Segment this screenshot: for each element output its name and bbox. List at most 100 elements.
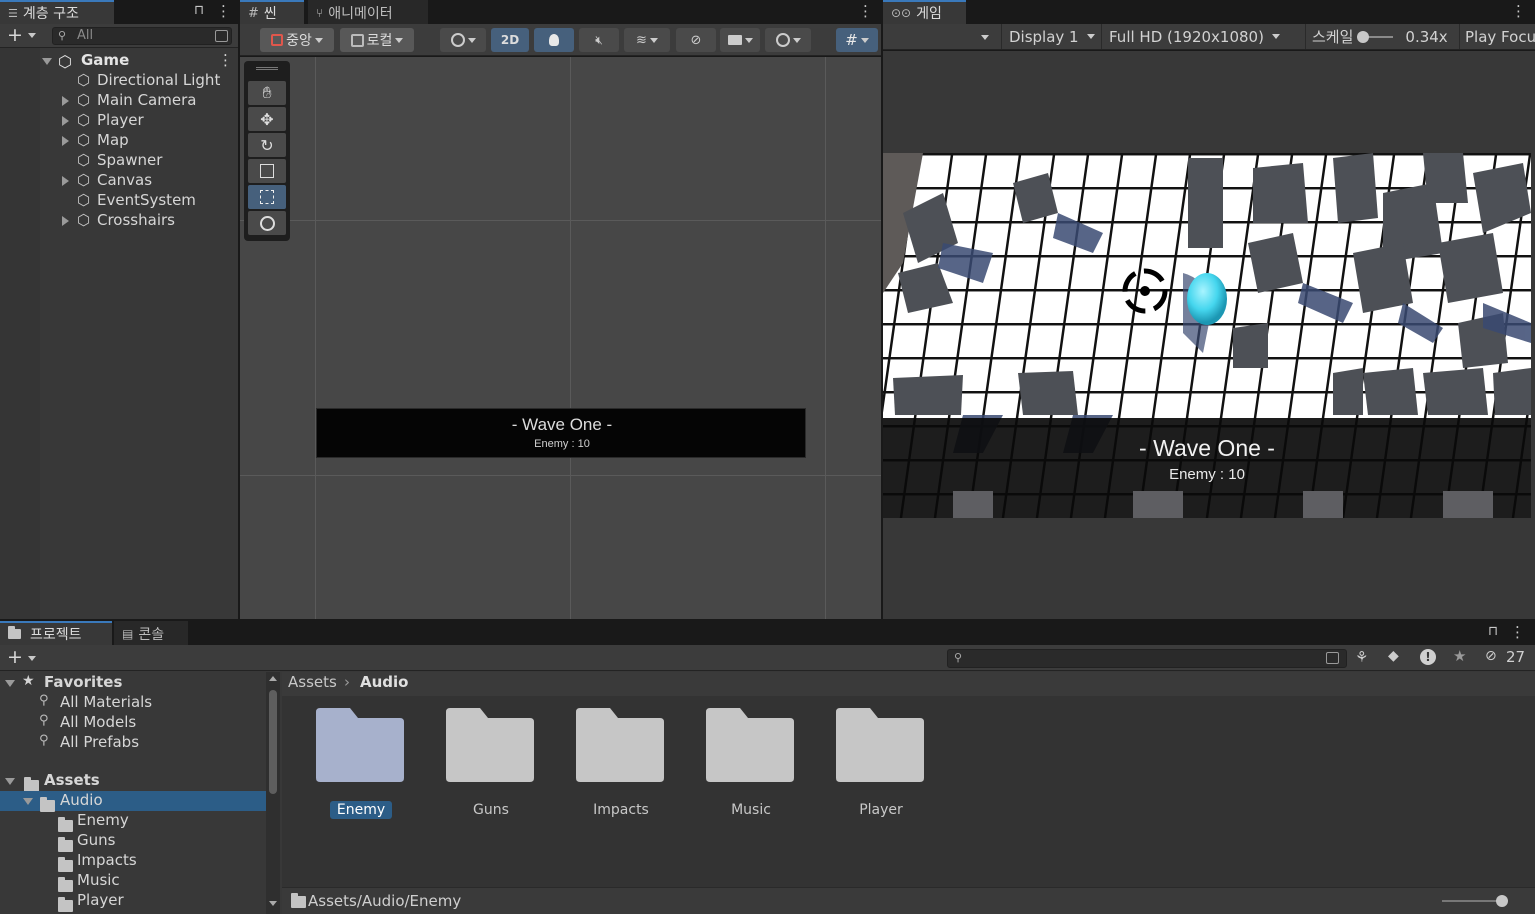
audio-folder-row[interactable]: Audio [0,791,266,812]
favorite-item[interactable]: ⚲ All Models [0,713,266,733]
space-dropdown[interactable]: 로컬 [340,28,414,52]
search-placeholder: All [77,28,94,43]
hierarchy-item[interactable]: ⬡ Crosshairs [0,211,238,231]
folder-item[interactable]: Player [826,708,936,838]
hierarchy-item[interactable]: ⬡ Canvas [0,171,238,191]
expand-arrow-icon[interactable] [62,116,69,126]
folder-icon [836,708,924,782]
kebab-menu-icon[interactable]: ⋮ [216,2,231,20]
folder-item[interactable]: Music [696,708,806,838]
tab-hierarchy[interactable]: ☰ 계층 구조 [0,0,114,24]
scene-viewport[interactable]: - Wave One - Enemy : 10 [240,57,881,619]
folder-item[interactable]: Enemy [306,708,416,838]
lock-icon[interactable]: ⊓ [194,3,204,18]
kebab-menu-icon[interactable]: ⋮ [1510,623,1525,641]
folder-item[interactable]: Impacts [566,708,676,838]
breadcrumb-audio[interactable]: Audio [360,673,408,691]
hand-tool-button[interactable]: ✋︎ [248,81,286,105]
rotate-tool-button[interactable]: ↻ [248,133,286,157]
scroll-down-icon[interactable] [269,901,277,906]
audio-subfolder-item[interactable]: Impacts [0,851,266,872]
hierarchy-item[interactable]: ⬡ Player [0,111,238,131]
expand-arrow-icon[interactable] [62,136,69,146]
breadcrumb-assets[interactable]: Assets [288,673,337,691]
project-search-input[interactable]: ⚲ [947,649,1347,668]
icon-size-slider[interactable] [1442,895,1508,907]
hierarchy-toolbar: + ⚲ All [0,24,238,48]
lighting-toggle[interactable] [534,28,574,52]
play-focus-dropdown[interactable]: Play Focu [1459,24,1535,49]
scrollbar-thumb[interactable] [269,690,277,794]
scene-row-game[interactable]: ⬡ Game ⋮ [0,51,238,71]
hierarchy-search-input[interactable]: ⚲ All [52,27,232,45]
palette-handle[interactable] [256,67,278,70]
expand-arrow-icon[interactable] [42,58,52,65]
audio-subfolder-item[interactable]: Music [0,871,266,892]
hierarchy-item[interactable]: ⬡ Directional Light [0,71,238,91]
draw-mode-dropdown[interactable] [440,28,486,52]
add-dropdown-chevron-icon[interactable] [28,33,36,38]
transform-tool-button[interactable] [248,211,286,235]
scene-menu-icon[interactable]: ⋮ [218,51,233,69]
game-mode-chevron-icon[interactable] [981,35,989,40]
search-by-type-icon[interactable] [1326,652,1339,664]
tab-project[interactable]: 프로젝트 [0,621,112,645]
tab-animator[interactable]: ⑂ 애니메이터 [308,0,428,24]
add-icon[interactable]: + [7,24,23,46]
search-by-type-icon[interactable] [215,30,228,42]
search-by-type-filter-icon[interactable]: ⚘ [1355,648,1368,666]
folder-icon [291,893,306,908]
scale-slider-thumb[interactable] [1357,30,1370,43]
effects-dropdown[interactable]: ≋ [624,28,670,52]
resolution-dropdown[interactable]: Full HD (1920x1080) [1101,24,1280,49]
grid-snap-dropdown[interactable]: # [836,28,878,52]
label-tag-icon[interactable]: ◆ [1388,648,1399,664]
hierarchy-item[interactable]: ⬡ Spawner [0,151,238,171]
hidden-packages-eye-icon[interactable]: ⊘ [1485,648,1497,664]
tree-scrollbar[interactable] [266,672,280,914]
folder-item[interactable]: Guns [436,708,546,838]
expand-arrow-icon[interactable] [62,96,69,106]
expand-arrow-icon[interactable] [62,176,69,186]
favorites-row[interactable]: ★ Favorites [0,673,266,693]
tab-game[interactable]: ⊙⊙ 게임 [883,0,966,24]
game-viewport[interactable]: - Wave One - Enemy : 10 [883,153,1531,518]
icon-size-slider-thumb[interactable] [1496,895,1508,907]
display-dropdown[interactable]: Display 1 [1001,24,1095,49]
hierarchy-item[interactable]: ⬡ Map [0,131,238,151]
move-tool-button[interactable]: ✥ [248,107,286,131]
audio-toggle[interactable]: 🔇︎ [579,28,619,52]
kebab-menu-icon[interactable]: ⋮ [858,2,873,20]
audio-subfolder-item[interactable]: Player [0,891,266,912]
audio-subfolder-item[interactable]: Enemy [0,811,266,832]
canvas-wave-banner[interactable]: - Wave One - Enemy : 10 [316,408,806,458]
expand-arrow-icon[interactable] [5,778,15,785]
assets-row[interactable]: Assets [0,771,266,792]
favorite-item[interactable]: ⚲ All Prefabs [0,733,266,753]
kebab-menu-icon[interactable]: ⋮ [1511,2,1526,20]
tab-console[interactable]: ▤ 콘솔 [114,621,188,645]
pivot-dropdown[interactable]: 중앙 [260,28,334,52]
scale-tool-button[interactable] [248,159,286,183]
gizmos-dropdown[interactable] [765,28,811,52]
expand-arrow-icon[interactable] [23,798,33,805]
tab-scene[interactable]: # 씬 [240,0,304,24]
hierarchy-item[interactable]: ⬡ EventSystem [0,191,238,211]
favorite-item[interactable]: ⚲ All Materials [0,693,266,713]
lock-icon[interactable]: ⊓ [1488,624,1498,639]
favorite-star-icon[interactable]: ★ [1453,647,1466,665]
rect-tool-button[interactable] [248,185,286,209]
add-icon[interactable]: + [7,646,23,668]
camera-dropdown[interactable] [720,28,760,52]
toggle-2d-button[interactable]: 2D [491,28,529,52]
warning-filter-icon[interactable]: ! [1420,649,1436,665]
scene-visibility-toggle[interactable]: ⊘ [676,28,716,52]
add-dropdown-chevron-icon[interactable] [28,656,36,661]
expand-arrow-icon[interactable] [62,216,69,226]
audio-subfolder-item[interactable]: Guns [0,831,266,852]
hierarchy-item[interactable]: ⬡ Main Camera [0,91,238,111]
scroll-up-icon[interactable] [269,676,277,681]
project-content: Assets › Audio Enemy Guns Impacts Music Play… [282,672,1535,914]
expand-arrow-icon[interactable] [5,680,15,687]
scale-slider[interactable] [1357,30,1394,43]
